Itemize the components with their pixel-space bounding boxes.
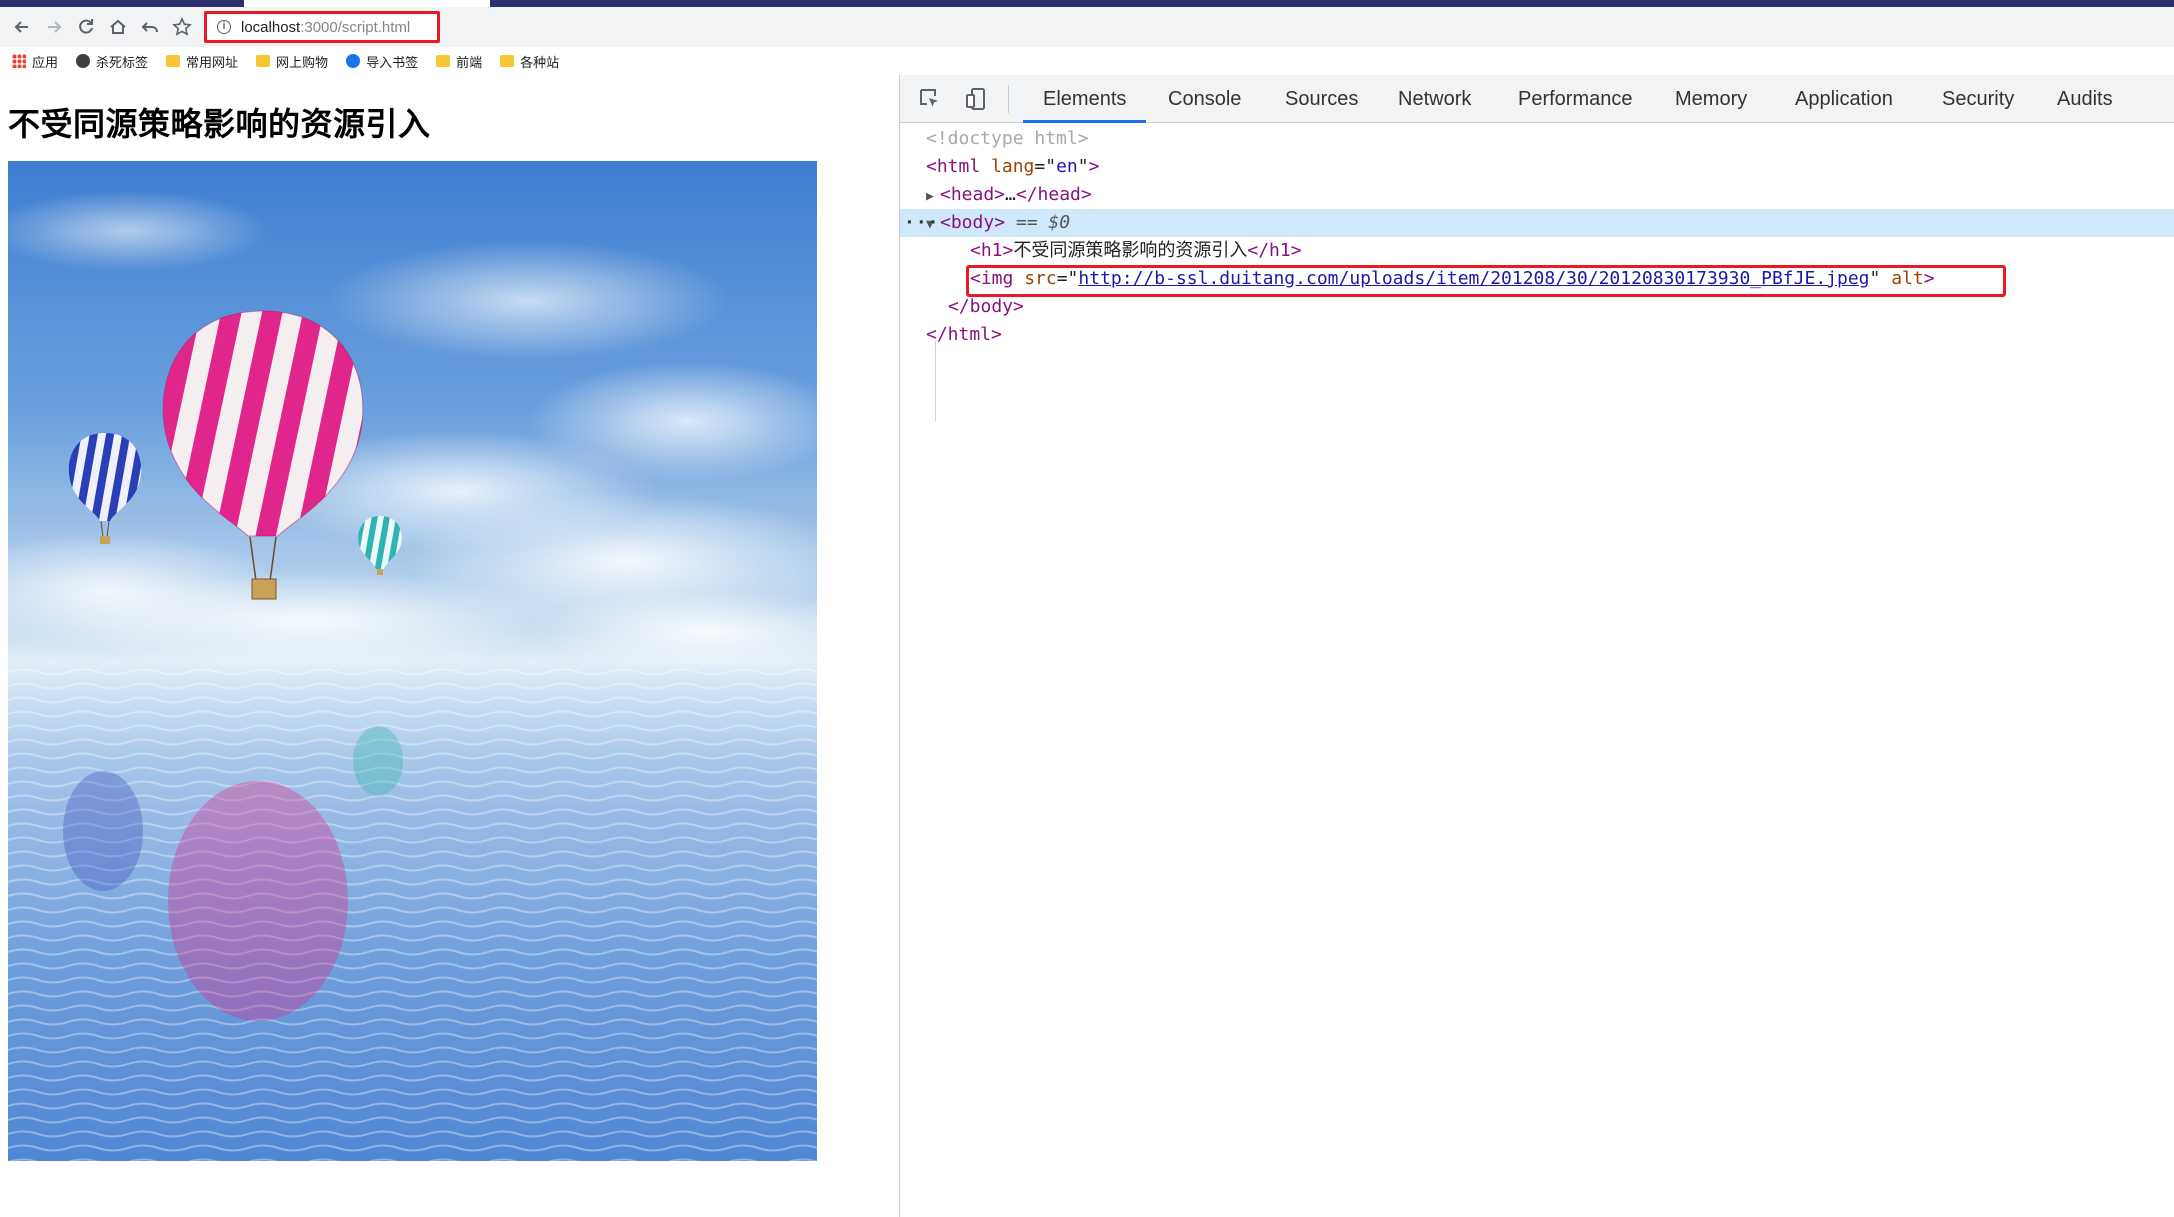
dom-node-body-close[interactable]: </body> [900, 293, 2174, 321]
tab-performance[interactable]: Performance [1518, 75, 1633, 123]
site-info-icon[interactable]: i [217, 20, 231, 34]
tab-memory[interactable]: Memory [1675, 75, 1747, 123]
bookmark-various-sites[interactable]: 各种站 [500, 52, 559, 71]
browser-tab-inactive[interactable] [490, 0, 2174, 7]
hot-air-balloon-image [8, 161, 817, 1161]
star-icon[interactable] [170, 15, 194, 39]
bookmark-apps[interactable]: 应用 [12, 52, 58, 71]
page-viewport: 不受同源策略影响的资源引入 [0, 75, 900, 1217]
tab-sources[interactable]: Sources [1285, 75, 1358, 123]
tab-console[interactable]: Console [1168, 75, 1241, 123]
bookmark-import[interactable]: 导入书签 [346, 52, 418, 71]
apps-icon [12, 54, 26, 68]
dom-node-html-close[interactable]: </html> [900, 321, 2174, 349]
device-toolbar-icon[interactable] [962, 85, 990, 113]
more-actions-icon[interactable]: ··· [904, 209, 940, 237]
address-bar[interactable]: i localhost:3000/script.html [204, 11, 440, 43]
folder-icon [500, 55, 515, 67]
browser-tab-strip [0, 0, 2174, 7]
browser-toolbar: i localhost:3000/script.html [0, 7, 2174, 47]
bookmark-frontend[interactable]: 前端 [436, 52, 482, 71]
home-icon[interactable] [106, 15, 130, 39]
back-icon[interactable] [10, 15, 34, 39]
folder-icon [166, 55, 181, 67]
tab-security[interactable]: Security [1942, 75, 2014, 123]
bookmark-shopping[interactable]: 网上购物 [256, 52, 328, 71]
page-heading: 不受同源策略影响的资源引入 [8, 105, 431, 143]
reload-icon[interactable] [74, 15, 98, 39]
forward-icon[interactable] [42, 15, 66, 39]
dom-node-doctype[interactable]: <!doctype html> [900, 125, 2174, 153]
bookmark-kill-tabs[interactable]: 杀死标签 [76, 52, 148, 71]
gear-icon [346, 54, 361, 68]
inspect-element-icon[interactable] [916, 85, 944, 113]
toolbar-separator [1008, 85, 1009, 113]
url-host: localhost [241, 18, 301, 36]
bookmarks-bar: 应用 杀死标签 常用网址 网上购物 导入书签 前端 各种站 [0, 47, 2174, 75]
undo-icon[interactable] [138, 15, 162, 39]
tab-audits[interactable]: Audits [2057, 75, 2113, 123]
dom-node-h1[interactable]: <h1>不受同源策略影响的资源引入</h1> [900, 237, 2174, 265]
globe-icon [76, 54, 91, 68]
img-highlight-box [966, 265, 2006, 297]
tab-application[interactable]: Application [1795, 75, 1893, 123]
browser-tab-active[interactable] [0, 0, 244, 7]
tab-elements[interactable]: Elements [1022, 75, 1147, 123]
devtools-tab-bar: Elements Console Sources Network Perform… [900, 75, 2174, 123]
dom-node-head[interactable]: ▶ <head>…</head> [900, 181, 2174, 209]
tab-network[interactable]: Network [1398, 75, 1471, 123]
tree-guide-line [935, 341, 936, 421]
dom-node-body-selected[interactable]: ··· ▼ <body> == $0 [900, 209, 2174, 237]
url-path: :3000/script.html [300, 18, 411, 36]
folder-icon [436, 55, 451, 67]
dom-node-html[interactable]: <html lang="en"> [900, 153, 2174, 181]
devtools-panel: Elements Console Sources Network Perform… [899, 75, 2174, 1217]
bookmark-common-sites[interactable]: 常用网址 [166, 52, 238, 71]
expand-triangle-icon[interactable]: ▶ [926, 183, 940, 211]
folder-icon [256, 55, 271, 67]
